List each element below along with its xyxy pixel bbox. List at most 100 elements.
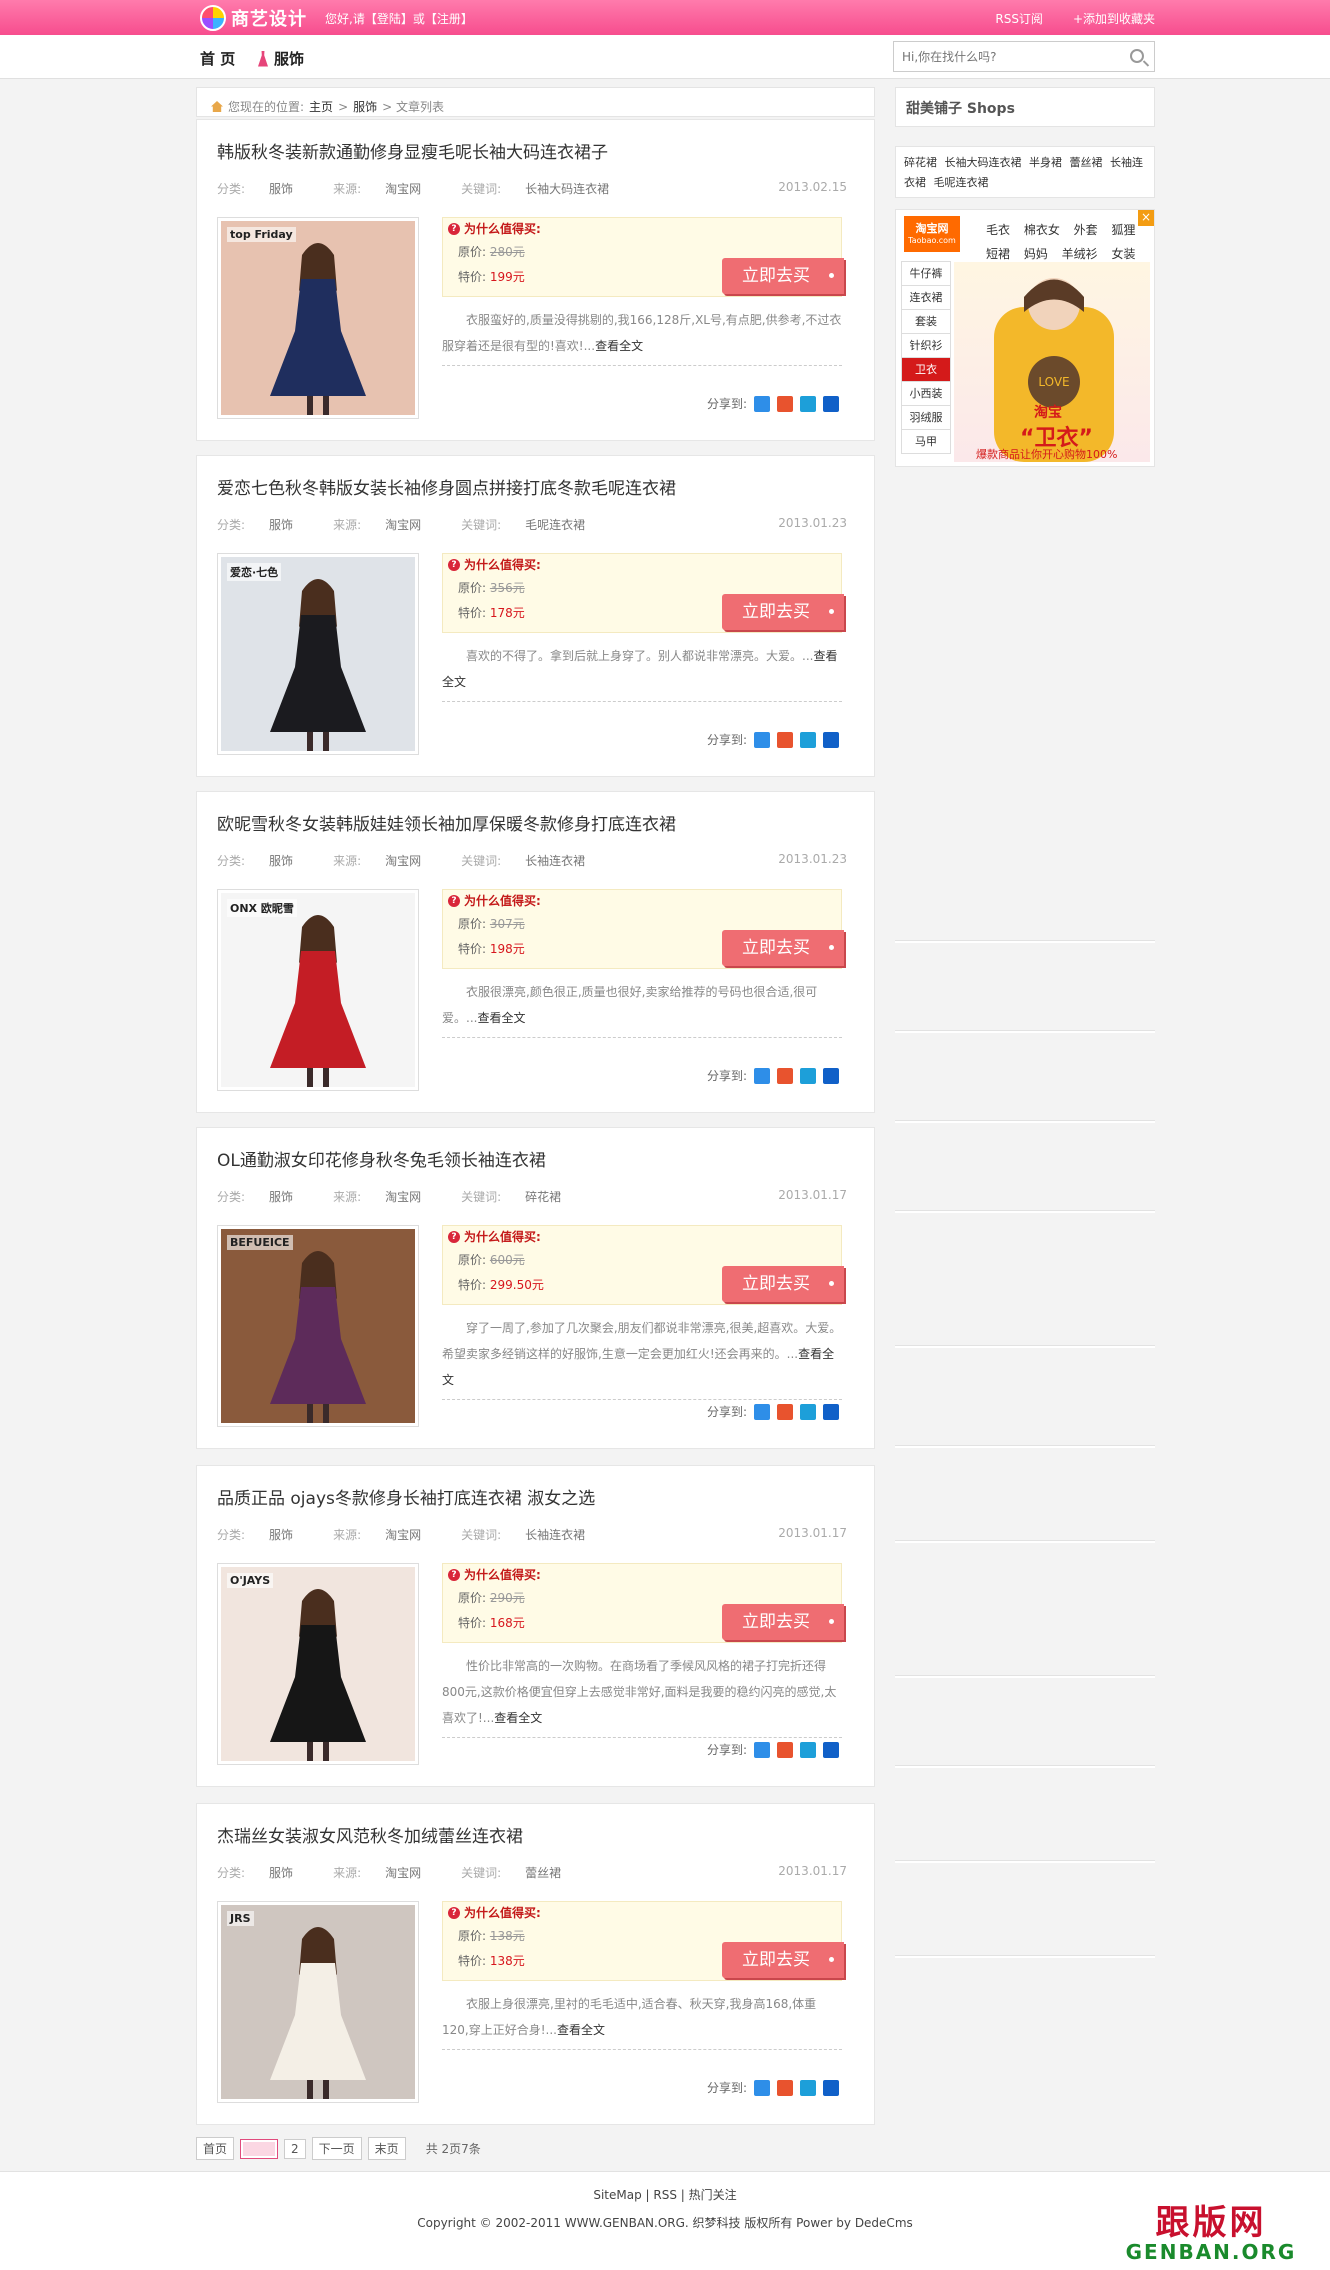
renren-share-icon[interactable] (823, 395, 839, 412)
rss-link[interactable]: RSS订阅 (995, 10, 1043, 27)
pager-page-2[interactable]: 2 (284, 2138, 306, 2159)
tencent-share-icon[interactable] (800, 395, 816, 412)
ad-menu-item[interactable]: 卫衣 (901, 357, 951, 382)
buy-now-button[interactable]: 立即去买 (722, 1266, 844, 1302)
ad-banner-image[interactable]: LOVE 淘宝 “卫衣” (954, 262, 1150, 462)
article-title[interactable]: 韩版秋冬装新款通勤修身显瘦毛呢长袖大码连衣裙子 (217, 138, 608, 163)
read-more-link[interactable]: 查看全文 (494, 1711, 542, 1725)
share-label: 分享到: (706, 1069, 747, 1083)
ad-menu-item[interactable]: 马甲 (901, 429, 951, 454)
article-title[interactable]: OL通勤淑女印花修身秋冬兔毛领长袖连衣裙 (217, 1146, 546, 1171)
article-title[interactable]: 杰瑞丝女装淑女风范秋冬加绒蕾丝连衣裙 (217, 1822, 523, 1847)
qzone-share-icon[interactable] (754, 1403, 770, 1420)
product-thumbnail[interactable]: BEFUEICE (217, 1225, 419, 1427)
article-date: 2013.01.23 (778, 852, 847, 866)
weibo-share-icon[interactable] (777, 1741, 793, 1758)
footer-links[interactable]: SiteMap | RSS | 热门关注 (0, 2186, 1330, 2203)
weibo-share-icon[interactable] (777, 1403, 793, 1420)
article-meta: 分类: 服饰 来源: 淘宝网 关键词: 碎花裙 2013.01.17 (217, 1188, 847, 1205)
meta-keywords-value[interactable]: 碎花裙 (525, 1190, 561, 1204)
ad-menu-item[interactable]: 小西装 (901, 381, 951, 406)
qzone-share-icon[interactable] (754, 1067, 770, 1084)
buy-now-button[interactable]: 立即去买 (722, 1604, 844, 1640)
product-thumbnail[interactable]: ONX 欧昵雪 (217, 889, 419, 1091)
read-more-link[interactable]: 查看全文 (595, 339, 643, 353)
weibo-share-icon[interactable] (777, 731, 793, 748)
tencent-share-icon[interactable] (800, 2079, 816, 2096)
weibo-share-icon[interactable] (777, 1067, 793, 1084)
renren-share-icon[interactable] (823, 731, 839, 748)
qzone-share-icon[interactable] (754, 395, 770, 412)
meta-source: 来源: 淘宝网 (333, 182, 441, 196)
meta-keywords-value[interactable]: 毛呢连衣裙 (525, 518, 585, 532)
renren-share-icon[interactable] (823, 1403, 839, 1420)
ad-menu-item[interactable]: 羽绒服 (901, 405, 951, 430)
meta-keywords-value[interactable]: 长袖连衣裙 (525, 1528, 585, 1542)
renren-share-icon[interactable] (823, 1067, 839, 1084)
search-icon[interactable] (1130, 49, 1144, 63)
ad-menu-item[interactable]: 连衣裙 (901, 285, 951, 310)
breadcrumb-category[interactable]: 服饰 (353, 98, 377, 115)
login-register-links[interactable]: 您好,请【登陆】或【注册】 (325, 10, 473, 27)
tag-cloud[interactable]: 碎花裙 长袖大码连衣裙 半身裙 蕾丝裙 长袖连衣裙 毛呢连衣裙 (895, 146, 1155, 198)
product-thumbnail[interactable]: O'JAYS (217, 1563, 419, 1765)
qzone-share-icon[interactable] (754, 731, 770, 748)
meta-category-value[interactable]: 服饰 (269, 518, 293, 532)
tencent-share-icon[interactable] (800, 1067, 816, 1084)
pager-first[interactable]: 首页 (196, 2137, 235, 2160)
product-thumbnail[interactable]: 爱恋·七色 (217, 553, 419, 755)
weibo-share-icon[interactable] (777, 395, 793, 412)
original-price: 原价: 600元 (458, 1251, 525, 1268)
product-thumbnail[interactable]: JRS (217, 1901, 419, 2103)
product-thumbnail[interactable]: top Friday (217, 217, 419, 419)
ad-top-links[interactable]: 毛衣 棉衣女 外套 狐狸 短裙 妈妈 羊绒衫 女装 (986, 218, 1146, 266)
tencent-share-icon[interactable] (800, 1403, 816, 1420)
meta-keywords-value[interactable]: 长袖大码连衣裙 (525, 182, 609, 196)
article-title[interactable]: 品质正品 ojays冬款修身长袖打底连衣裙 淑女之选 (217, 1484, 595, 1509)
meta-category-value[interactable]: 服饰 (269, 1528, 293, 1542)
share-label: 分享到: (706, 2081, 747, 2095)
buy-now-button[interactable]: 立即去买 (722, 1942, 844, 1978)
tencent-share-icon[interactable] (800, 731, 816, 748)
qzone-share-icon[interactable] (754, 2079, 770, 2096)
meta-keywords-value[interactable]: 长袖连衣裙 (525, 854, 585, 868)
original-price-value: 138元 (489, 1929, 525, 1943)
read-more-link[interactable]: 查看全文 (477, 1011, 525, 1025)
article-card: 杰瑞丝女装淑女风范秋冬加绒蕾丝连衣裙 分类: 服饰 来源: 淘宝网 关键词: 蕾丝裙 2013… (196, 1803, 875, 2125)
share-label: 分享到: (706, 1405, 747, 1419)
article-title[interactable]: 欧昵雪秋冬女装韩版娃娃领长袖加厚保暖冬款修身打底连衣裙 (217, 810, 676, 835)
product-image: O'JAYS (221, 1567, 415, 1761)
ad-menu-item[interactable]: 牛仔裤 (901, 261, 951, 286)
search-input[interactable] (894, 42, 1114, 71)
nav-home[interactable]: 首 页 (200, 48, 235, 69)
buy-now-button[interactable]: 立即去买 (722, 930, 844, 966)
meta-keywords-value[interactable]: 蕾丝裙 (525, 1866, 561, 1880)
meta-source-value: 淘宝网 (385, 1190, 422, 1204)
breadcrumb-home[interactable]: 主页 (309, 98, 333, 115)
qzone-share-icon[interactable] (754, 1741, 770, 1758)
why-buy-label: 为什么值得买: (464, 558, 541, 572)
pager-last[interactable]: 末页 (367, 2137, 406, 2160)
weibo-share-icon[interactable] (777, 2079, 793, 2096)
renren-share-icon[interactable] (823, 1741, 839, 1758)
read-more-link[interactable]: 查看全文 (557, 2023, 605, 2037)
meta-category-value[interactable]: 服饰 (269, 1190, 293, 1204)
taobao-logo[interactable]: 淘宝网 Taobao.com (904, 216, 960, 252)
nav-category[interactable]: 服饰 (258, 48, 304, 69)
meta-category-value[interactable]: 服饰 (269, 182, 293, 196)
ad-menu-item[interactable]: 针织衫 (901, 333, 951, 358)
taobao-ad[interactable]: 淘宝网 Taobao.com × 毛衣 棉衣女 外套 狐狸 短裙 妈妈 羊绒衫 … (895, 209, 1155, 467)
site-logo[interactable]: 商艺设计 (200, 4, 330, 31)
meta-keywords: 关键词: 长袖大码连衣裙 (461, 182, 629, 196)
meta-category-value[interactable]: 服饰 (269, 854, 293, 868)
buy-now-button[interactable]: 立即去买 (722, 594, 844, 630)
pager-next[interactable]: 下一页 (311, 2137, 362, 2160)
ad-menu-item[interactable]: 套装 (901, 309, 951, 334)
add-favorite-link[interactable]: +添加到收藏夹 (1073, 10, 1155, 27)
buy-now-button[interactable]: 立即去买 (722, 258, 844, 294)
why-buy-label: 为什么值得买: (464, 1568, 541, 1582)
tencent-share-icon[interactable] (800, 1741, 816, 1758)
meta-category-value[interactable]: 服饰 (269, 1866, 293, 1880)
article-title[interactable]: 爱恋七色秋冬韩版女装长袖修身圆点拼接打底冬款毛呢连衣裙 (217, 474, 676, 499)
renren-share-icon[interactable] (823, 2079, 839, 2096)
